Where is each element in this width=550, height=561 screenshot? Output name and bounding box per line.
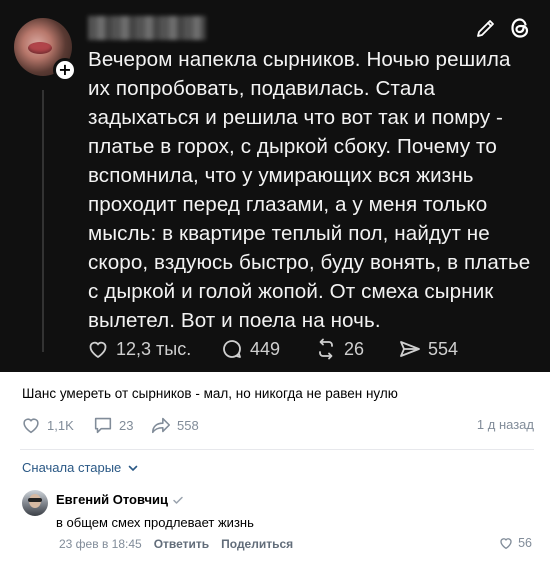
- vk-like-count: 1,1K: [47, 417, 74, 433]
- threads-post-text: Вечером напекла сырников. Ночью решила и…: [88, 48, 531, 332]
- vk-comment-count: 23: [119, 417, 134, 433]
- threads-like-count: 12,3 тыс.: [116, 338, 192, 359]
- follow-plus-button[interactable]: +: [53, 58, 77, 82]
- comment-icon: [223, 340, 241, 358]
- chevron-down-icon: [128, 465, 138, 471]
- threads-repost-count: 26: [344, 338, 365, 359]
- comments-sort-dropdown[interactable]: Сначала старые: [22, 460, 139, 475]
- vk-comment-button[interactable]: 23: [92, 414, 133, 436]
- threads-repost-button[interactable]: 26: [314, 337, 364, 361]
- comment-like-button[interactable]: 56: [498, 535, 532, 551]
- share-link[interactable]: Поделиться: [221, 537, 293, 551]
- threads-share-count: 554: [428, 338, 459, 359]
- post-timestamp[interactable]: 1 д назад: [477, 417, 534, 432]
- threads-like-button[interactable]: 12,3 тыс.: [86, 337, 191, 361]
- comment-like-count: 56: [518, 536, 532, 550]
- commenter-name-text[interactable]: Евгений Отовчиц: [56, 492, 168, 507]
- repost-icon: [319, 338, 333, 360]
- divider: [20, 449, 534, 450]
- reply-link[interactable]: Ответить: [154, 537, 209, 551]
- username-blurred: [88, 16, 206, 40]
- post-caption: Шанс умереть от сырников - мал, но никог…: [22, 386, 398, 401]
- vk-share-button[interactable]: 558: [150, 414, 199, 436]
- threads-share-button[interactable]: 554: [398, 337, 458, 361]
- comment-meta: 23 фев в 18:45 Ответить Поделиться: [59, 537, 293, 551]
- heart-icon: [500, 538, 512, 550]
- comment-text: в общем смех продлевает жизнь: [56, 515, 254, 530]
- heart-icon: [23, 418, 39, 434]
- threads-post-card: + Вечером напекла сырников. Ночью решила…: [0, 0, 550, 372]
- heart-icon: [89, 341, 107, 359]
- threads-comment-button[interactable]: 449: [220, 337, 280, 361]
- send-icon: [400, 341, 420, 357]
- comment-icon: [94, 417, 112, 434]
- threads-logo-icon[interactable]: [508, 16, 532, 40]
- edit-icon[interactable]: [474, 16, 498, 40]
- thread-connector-line: [42, 90, 44, 352]
- author-avatar-wrap[interactable]: +: [14, 18, 77, 82]
- share-arrow-icon: [151, 417, 171, 434]
- commenter-name[interactable]: Евгений Отовчиц: [56, 492, 184, 507]
- vk-like-button[interactable]: 1,1K: [20, 414, 74, 436]
- verified-check-icon: [173, 496, 183, 504]
- threads-comment-count: 449: [250, 338, 281, 359]
- vk-share-count: 558: [177, 417, 199, 433]
- commenter-avatar[interactable]: [22, 490, 48, 516]
- sort-label: Сначала старые: [22, 460, 122, 475]
- vk-action-bar: 1,1K 23 558 1 д назад: [20, 414, 534, 436]
- comment-date[interactable]: 23 фев в 18:45: [59, 537, 142, 551]
